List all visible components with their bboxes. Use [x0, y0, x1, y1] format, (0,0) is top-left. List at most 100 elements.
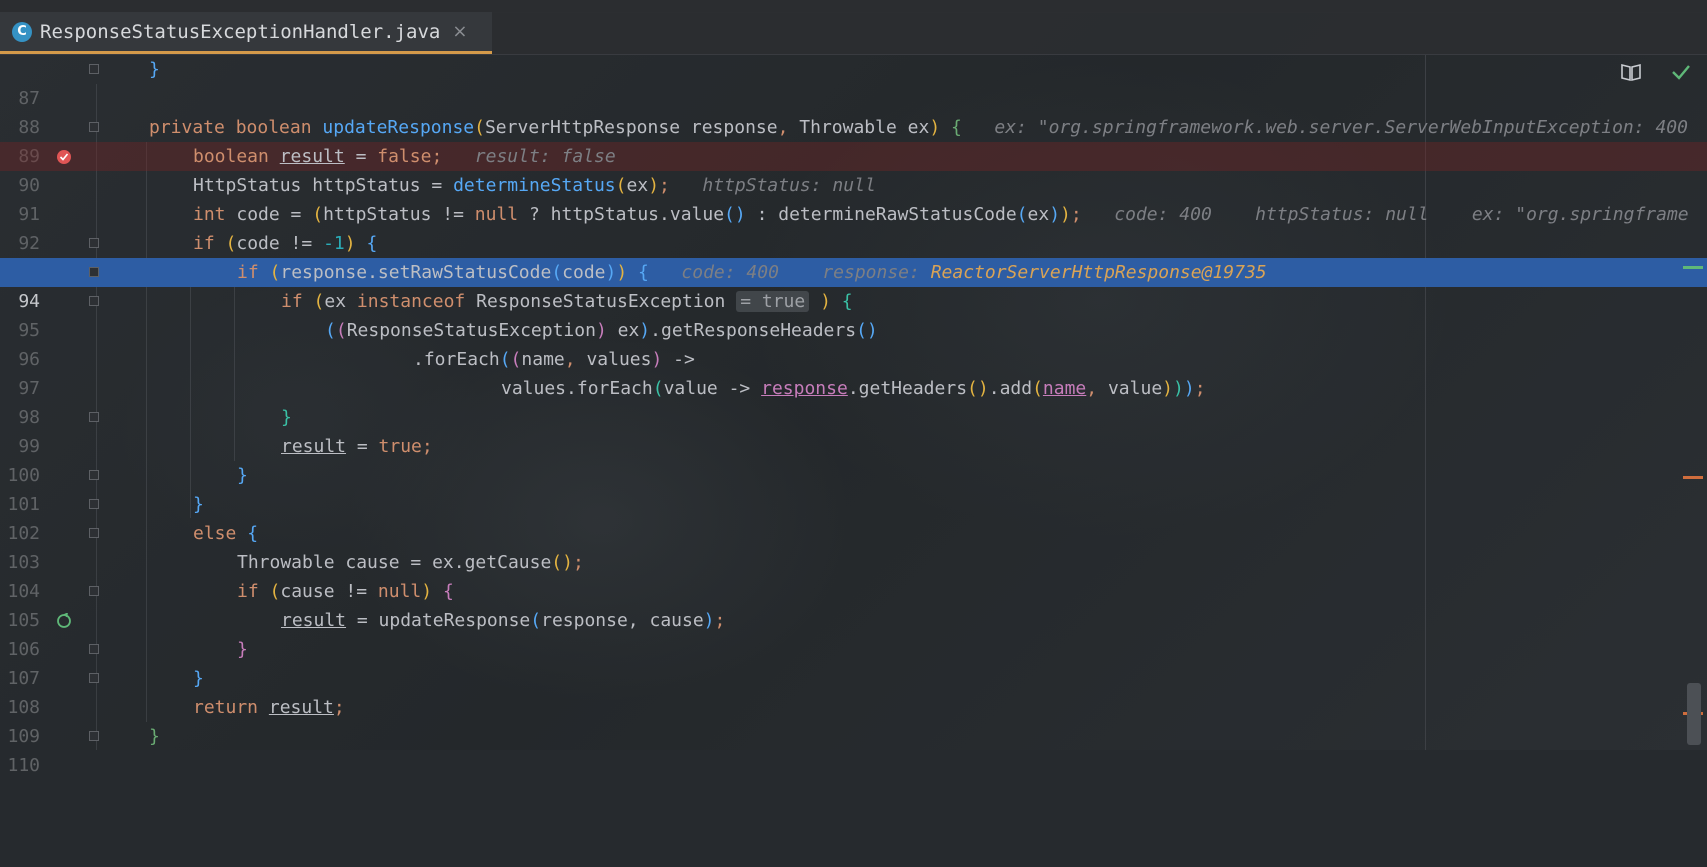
method-name: updateResponse	[322, 117, 475, 138]
keyword: else	[193, 523, 237, 544]
brace: }	[193, 668, 204, 689]
inline-evaluation-badge: = true	[736, 291, 810, 312]
debug-inline-value: result: false	[474, 146, 616, 167]
code-line-110[interactable]: 110 }	[0, 722, 1707, 776]
paren: (	[551, 262, 563, 283]
code-line-93[interactable]: 93 if (code != -1) {	[0, 229, 1707, 283]
tab-response-status-exception-handler[interactable]: C ResponseStatusExceptionHandler.java ×	[0, 12, 492, 54]
code-line-108[interactable]: 108 }	[0, 664, 1707, 718]
fold-marker[interactable]	[89, 238, 99, 248]
code-line-109[interactable]: 109 return result;	[0, 693, 1707, 747]
code-line-106[interactable]: 106 result = updateResponse(response, ca…	[0, 606, 1707, 660]
code-line-107[interactable]: 107 }	[0, 635, 1707, 689]
code-line-87[interactable]: 87 }	[0, 55, 1707, 109]
paren: )	[1049, 204, 1061, 225]
variable: result	[281, 610, 347, 631]
type-name: ResponseStatusException	[346, 320, 596, 341]
semicolon: ;	[421, 436, 433, 457]
paren: )	[651, 349, 663, 370]
code-line-94-execution-point[interactable]: 94 if (response.setRawStatusCode(code)) …	[0, 258, 1707, 312]
code-line-99[interactable]: 99 }	[0, 403, 1707, 457]
keyword: if	[237, 262, 259, 283]
code-line-100[interactable]: 100 result = true;	[0, 432, 1707, 486]
paren: (	[1016, 204, 1028, 225]
code-line-98[interactable]: 98 values.forEach(value -> response.getH…	[0, 374, 1707, 428]
code-line-101[interactable]: 101 }	[0, 461, 1707, 515]
scrollbar-marker[interactable]	[1683, 266, 1703, 269]
close-tab-icon[interactable]: ×	[452, 21, 467, 42]
debug-inline-value: httpStatus: null	[1255, 204, 1429, 225]
arrow: ->	[717, 378, 762, 399]
code-line-92[interactable]: 92 int code = (httpStatus != null ? http…	[0, 200, 1707, 254]
semicolon: ;	[659, 175, 670, 196]
method-name: getHeaders	[858, 378, 968, 399]
vertical-scrollbar-thumb[interactable]	[1687, 683, 1701, 745]
fold-marker[interactable]	[89, 673, 99, 683]
paren: (	[615, 175, 627, 196]
code-line-97[interactable]: 97 .forEach((name, values) ->	[0, 345, 1707, 399]
method-name: setRawStatusCode	[377, 262, 552, 283]
code-line-90[interactable]: 90 boolean result = false; result: false	[0, 142, 1707, 196]
fold-marker[interactable]	[89, 731, 99, 741]
line-number: 110	[7, 755, 40, 776]
method-name: add	[999, 378, 1033, 399]
checkmark-icon[interactable]	[1670, 62, 1692, 82]
keyword: int	[193, 204, 226, 225]
operator: .	[413, 349, 424, 370]
fold-marker[interactable]	[89, 528, 99, 538]
captured-variable: response	[761, 378, 848, 399]
operator: =	[346, 436, 379, 457]
fold-marker[interactable]	[89, 122, 99, 132]
captured-variable: name	[1042, 378, 1087, 399]
code-line-103[interactable]: 103 else {	[0, 519, 1707, 573]
recursive-call-icon[interactable]	[56, 613, 72, 629]
paren: ()	[856, 320, 878, 341]
breakpoint-icon[interactable]	[56, 149, 72, 165]
paren: )	[648, 175, 660, 196]
keyword: if	[193, 233, 215, 254]
keyword: private	[149, 117, 225, 138]
paren: (	[258, 262, 281, 283]
code-line-91[interactable]: 91 HttpStatus httpStatus = determineStat…	[0, 171, 1707, 225]
number-literal: -1	[323, 233, 345, 254]
fold-marker[interactable]	[89, 644, 99, 654]
scrollbar-marker[interactable]	[1683, 476, 1703, 479]
paren: (	[530, 610, 542, 631]
code-line-105[interactable]: 105 if (cause != null) {	[0, 577, 1707, 631]
code-text: response.	[280, 262, 378, 283]
fold-marker[interactable]	[89, 412, 99, 422]
fold-marker[interactable]	[89, 499, 99, 509]
fold-marker[interactable]	[89, 470, 99, 480]
paren: (	[258, 581, 281, 602]
brace: }	[193, 494, 204, 515]
comma: ,	[564, 349, 587, 370]
paren: )	[616, 262, 628, 283]
code-line-102[interactable]: 102 }	[0, 490, 1707, 544]
code-line-89[interactable]: 89 private boolean updateResponse(Server…	[0, 113, 1707, 167]
brace: }	[237, 465, 248, 486]
param: response	[680, 117, 778, 138]
code-line-96[interactable]: 96 ((ResponseStatusException) ex).getRes…	[0, 316, 1707, 370]
debug-inline-value: code: 400	[681, 262, 779, 283]
code-editor[interactable]: 87 } 88 89 private boolean updateRespons…	[0, 55, 1707, 776]
fold-marker[interactable]	[89, 64, 99, 74]
code-line-88[interactable]: 88	[0, 84, 1707, 138]
fold-marker[interactable]	[89, 586, 99, 596]
operator: .	[650, 320, 661, 341]
argument: code	[562, 262, 606, 283]
paren: (	[510, 349, 522, 370]
type-name: HttpStatus	[193, 175, 302, 196]
brace: {	[940, 117, 962, 138]
argument: ex	[1027, 204, 1050, 225]
method-name: getResponseHeaders	[660, 320, 857, 341]
fold-marker[interactable]	[89, 267, 99, 277]
param: ex	[896, 117, 930, 138]
code-text: ? httpStatus.	[518, 204, 670, 225]
paren: )	[595, 320, 607, 341]
debug-inline-object[interactable]: ReactorServerHttpResponse@19735	[931, 262, 1267, 283]
fold-marker[interactable]	[89, 296, 99, 306]
book-icon[interactable]	[1620, 62, 1642, 82]
code-line-104[interactable]: 104 Throwable cause = ex.getCause();	[0, 548, 1707, 602]
code-line-95[interactable]: 95 if (ex instanceof ResponseStatusExcep…	[0, 287, 1707, 341]
